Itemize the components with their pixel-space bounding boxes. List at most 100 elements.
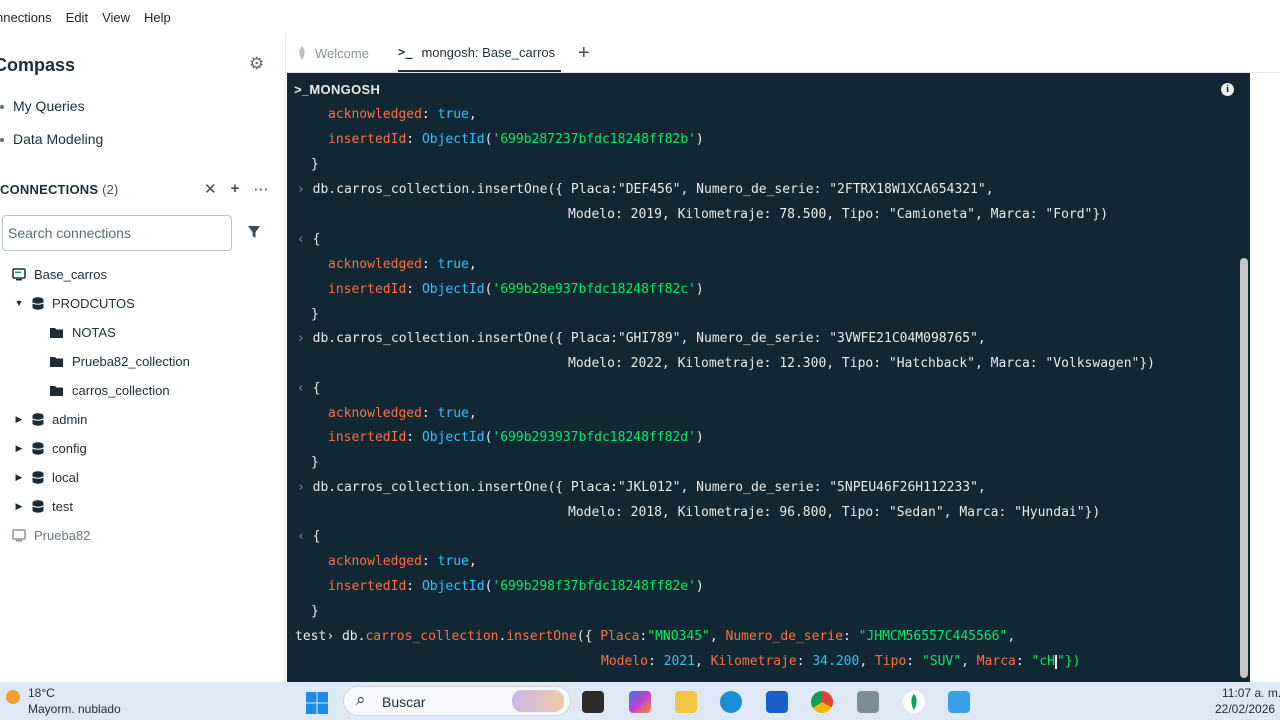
snipping-tool-icon[interactable] bbox=[857, 691, 879, 713]
search-placeholder: Search connections bbox=[8, 225, 131, 241]
search-icon: ⌕ bbox=[356, 690, 366, 709]
caret-down-icon[interactable]: ▼ bbox=[14, 298, 24, 308]
connections-label: CONNECTIONS bbox=[0, 182, 99, 197]
taskbar-search[interactable]: ⌕ Buscar bbox=[343, 686, 571, 716]
connections-header: CONNECTIONS (2) bbox=[0, 182, 119, 197]
app-title: Compass bbox=[0, 55, 76, 75]
nav-data-modeling[interactable]: Data Modeling bbox=[0, 131, 103, 147]
taskbar: 18°C Mayorm. nublado ⌕ Buscar 11:07 a. m… bbox=[0, 682, 1280, 720]
tree-label: Prueba82_collection bbox=[72, 353, 190, 369]
more-icon[interactable]: ⋯ bbox=[253, 180, 268, 198]
windows-start-icon[interactable] bbox=[305, 691, 329, 715]
current-input-line[interactable]: test› db.carros_collection.insertOne({ P… bbox=[295, 624, 1015, 649]
task-view-icon[interactable] bbox=[582, 691, 604, 713]
info-icon[interactable]: i bbox=[1221, 83, 1234, 96]
edge-icon[interactable] bbox=[720, 691, 742, 713]
tree-label: Base_carros bbox=[34, 266, 107, 282]
clock-time: 11:07 a. m. bbox=[1222, 686, 1280, 700]
nav-my-queries-label: My Queries bbox=[13, 98, 85, 114]
tree-label: NOTAS bbox=[72, 324, 116, 340]
nav-data-modeling-label: Data Modeling bbox=[13, 131, 104, 147]
input-line: › db.carros_collection.insertOne({ Placa… bbox=[297, 480, 986, 495]
bullet-icon bbox=[0, 138, 4, 143]
right-gutter bbox=[1250, 73, 1280, 682]
mongosh-shell[interactable]: >_MONGOSH i acknowledged: true, inserted… bbox=[287, 73, 1250, 682]
connection-icon bbox=[12, 528, 26, 541]
scrollbar[interactable] bbox=[1240, 258, 1248, 678]
add-icon[interactable]: + bbox=[231, 180, 240, 198]
input-line: › db.carros_collection.insertOne({ Placa… bbox=[297, 331, 986, 346]
clock-date: 22/02/2026 bbox=[1215, 702, 1276, 716]
store-icon[interactable] bbox=[766, 691, 788, 713]
weather-desc: Mayorm. nublado bbox=[28, 702, 121, 716]
m365-icon[interactable] bbox=[629, 691, 651, 713]
sidebar: Compass ⚙ My Queries Data Modeling CONNE… bbox=[0, 34, 286, 682]
database-icon bbox=[32, 412, 44, 426]
search-highlight-icon bbox=[512, 690, 564, 712]
database-icon bbox=[32, 296, 44, 310]
folder-icon bbox=[50, 356, 63, 367]
database-admin[interactable]: ▶ admin bbox=[14, 405, 300, 433]
gear-icon[interactable]: ⚙ bbox=[249, 55, 265, 72]
chrome-icon[interactable] bbox=[811, 691, 833, 713]
weather-temp: 18°C bbox=[28, 686, 55, 700]
connection-base-carros[interactable]: Base_carros bbox=[12, 260, 298, 288]
output-line: } bbox=[311, 307, 319, 322]
input-line: Modelo: 2018, Kilometraje: 96.800, Tipo:… bbox=[568, 505, 1101, 520]
tree-label: carros_collection bbox=[72, 382, 170, 398]
tree-label: test bbox=[52, 498, 73, 514]
tab-welcome[interactable]: Welcome bbox=[298, 34, 369, 72]
database-prodcutos[interactable]: ▼ PRODCUTOS bbox=[14, 289, 300, 317]
notepad-icon[interactable] bbox=[948, 691, 970, 713]
menu-edit[interactable]: Edit bbox=[66, 10, 88, 25]
menu-view[interactable]: View bbox=[102, 10, 130, 25]
tree-label: local bbox=[52, 469, 79, 485]
output-line: acknowledged: true, bbox=[328, 257, 477, 272]
output-line: insertedId: ObjectId('699b293937bfdc1824… bbox=[328, 430, 704, 445]
tab-mongosh[interactable]: >_ mongosh: Base_carros bbox=[398, 34, 562, 72]
taskbar-search-label: Buscar bbox=[382, 694, 426, 710]
search-connections-input[interactable]: Search connections bbox=[2, 215, 232, 251]
tab-bar: Welcome >_ mongosh: Base_carros + bbox=[286, 34, 1280, 73]
input-line: Modelo: 2019, Kilometraje: 78.500, Tipo:… bbox=[568, 207, 1109, 222]
output-line: } bbox=[311, 157, 319, 172]
menu-connections[interactable]: nnections bbox=[0, 10, 52, 25]
folder-icon bbox=[50, 385, 63, 396]
nav-my-queries[interactable]: My Queries bbox=[0, 98, 85, 114]
output-line: ‹ { bbox=[297, 232, 321, 247]
output-line: ‹ { bbox=[297, 529, 321, 544]
add-tab-button[interactable]: + bbox=[578, 34, 590, 72]
input-line: Modelo: 2022, Kilometraje: 12.300, Tipo:… bbox=[568, 356, 1155, 371]
caret-right-icon[interactable]: ▶ bbox=[14, 443, 24, 454]
output-line: ‹ { bbox=[297, 381, 321, 396]
output-line: acknowledged: true, bbox=[328, 554, 477, 569]
leaf-icon bbox=[299, 46, 305, 60]
caret-right-icon[interactable]: ▶ bbox=[14, 414, 24, 425]
connections-count: (2) bbox=[102, 182, 119, 197]
file-explorer-icon[interactable] bbox=[675, 691, 697, 713]
output-line: acknowledged: true, bbox=[328, 406, 477, 421]
current-input-line[interactable]: Modelo: 2021, Kilometraje: 34.200, Tipo:… bbox=[601, 649, 1081, 674]
database-icon bbox=[32, 499, 44, 513]
output-line: insertedId: ObjectId('699b287237bfdc1824… bbox=[328, 132, 704, 147]
mongodb-compass-icon[interactable] bbox=[903, 691, 925, 713]
tab-welcome-label: Welcome bbox=[315, 45, 369, 61]
tree-label: admin bbox=[52, 411, 88, 427]
output-line: } bbox=[311, 455, 319, 470]
terminal-icon: >_ bbox=[398, 45, 413, 59]
database-test[interactable]: ▶ test bbox=[14, 492, 300, 520]
caret-right-icon[interactable]: ▶ bbox=[14, 472, 24, 483]
output-line: insertedId: ObjectId('699b28e937bfdc1824… bbox=[328, 282, 704, 297]
tree-label: PRODCUTOS bbox=[52, 295, 135, 311]
filter-icon[interactable] bbox=[247, 225, 261, 239]
menu-help[interactable]: Help bbox=[144, 10, 171, 25]
database-config[interactable]: ▶ config bbox=[14, 434, 300, 462]
output-line: insertedId: ObjectId('699b298f37bfdc1824… bbox=[328, 579, 704, 594]
connection-prueba82[interactable]: Prueba82 bbox=[12, 521, 298, 549]
close-icon[interactable]: ✕ bbox=[204, 180, 217, 198]
input-line: › db.carros_collection.insertOne({ Placa… bbox=[297, 182, 994, 197]
caret-right-icon[interactable]: ▶ bbox=[14, 501, 24, 512]
database-local[interactable]: ▶ local bbox=[14, 463, 300, 491]
tree-label: config bbox=[52, 440, 87, 456]
tree-label: Prueba82 bbox=[34, 527, 91, 543]
